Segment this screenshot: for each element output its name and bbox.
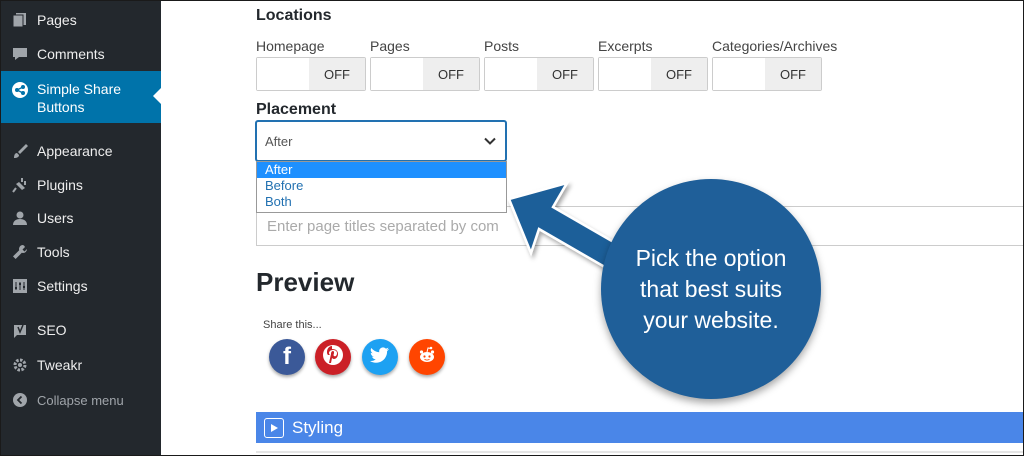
callout-text: Pick the option that best suits your web… [635, 244, 787, 333]
screenshot-frame: Pages Comments Simple Share Buttons Appe… [0, 0, 1024, 456]
callout-bubble: Pick the option that best suits your web… [601, 179, 821, 399]
callout-arrow [507, 180, 645, 283]
